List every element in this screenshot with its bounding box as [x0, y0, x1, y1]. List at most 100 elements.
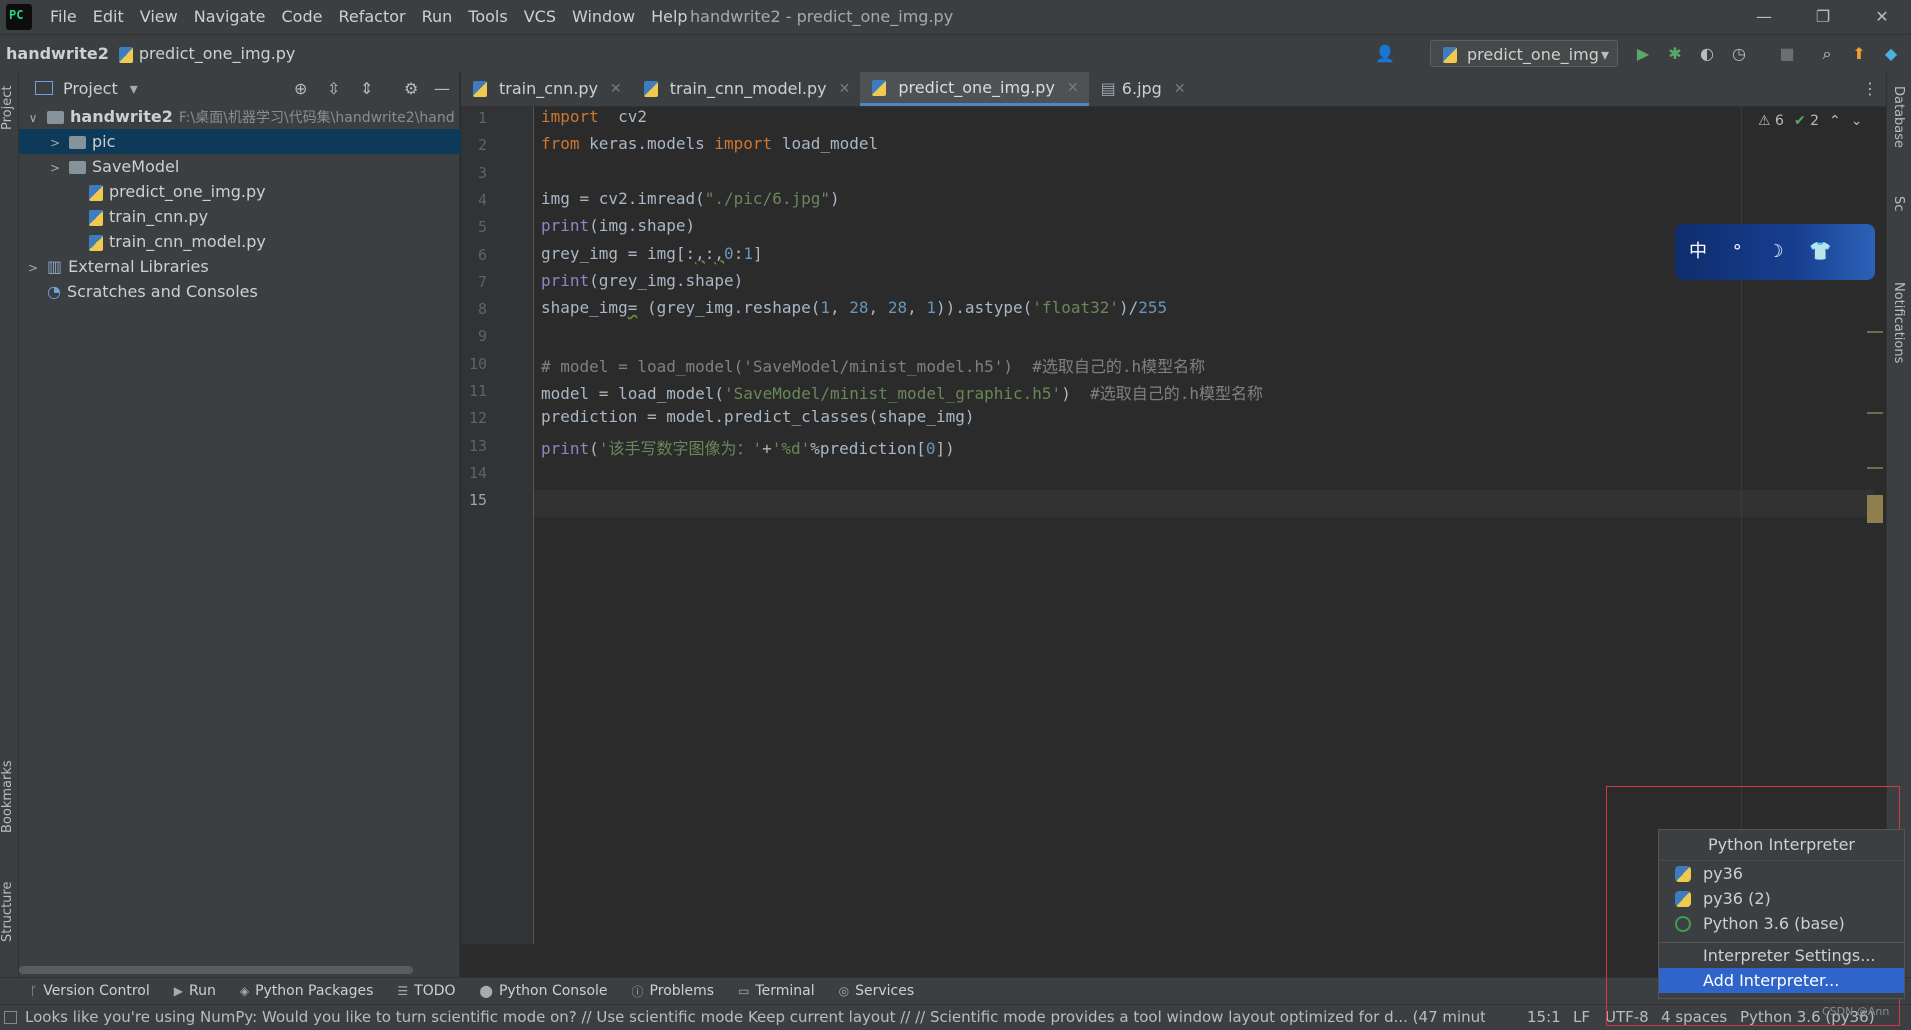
interpreter-option-py36-2[interactable]: py36 (2) [1659, 886, 1904, 911]
chevron-right-icon[interactable]: > [47, 156, 63, 179]
menu-refactor[interactable]: Refactor [330, 0, 413, 34]
close-icon[interactable]: ✕ [1174, 72, 1186, 106]
search-icon[interactable]: ⌕ [1816, 43, 1838, 65]
expand-all-icon[interactable]: ⇳ [327, 79, 340, 98]
tool-window-run[interactable]: ▶ Run [174, 983, 216, 999]
inspection-widget[interactable]: ⚠ 6 ✔ 2 ⌃ ⌄ [1758, 113, 1863, 129]
scrollbar-thumb[interactable] [19, 966, 413, 974]
menu-code[interactable]: Code [274, 0, 331, 34]
tool-window-python-console[interactable]: ⬤ Python Console [480, 983, 608, 999]
code-token: (grey_img.shape) [589, 270, 744, 290]
close-icon[interactable]: ✕ [839, 72, 851, 106]
breadcrumb-project[interactable]: handwrite2 [6, 35, 109, 73]
previous-highlight-icon[interactable]: ⌃ [1829, 113, 1841, 129]
profile-icon[interactable]: ◷ [1728, 43, 1750, 65]
caret-scroll-marker[interactable] [1867, 495, 1883, 523]
code-token: : [733, 243, 744, 263]
interpreter-option-py36[interactable]: py36 [1659, 861, 1904, 886]
tool-window-services[interactable]: ◎ Services [839, 983, 915, 999]
project-horizontal-scrollbar[interactable] [19, 962, 459, 977]
editor-tab[interactable]: train_cnn_model.py ✕ [632, 72, 861, 106]
hide-icon[interactable]: — [434, 79, 450, 98]
menu-navigate[interactable]: Navigate [186, 0, 274, 34]
collapse-all-icon[interactable]: ⇕ [360, 79, 373, 98]
coverage-icon[interactable]: ◐ [1696, 43, 1718, 65]
add-interpreter-item[interactable]: Add Interpreter... [1659, 968, 1904, 993]
python-icon [1675, 891, 1691, 907]
debug-icon[interactable]: ✱ [1664, 43, 1686, 65]
scroll-marker[interactable] [1867, 331, 1883, 333]
tree-item[interactable]: > ▥ External Libraries [19, 254, 465, 279]
gear-icon[interactable]: ⚙ [404, 79, 418, 98]
menu-window[interactable]: Window [564, 0, 643, 34]
ime-toolbar[interactable]: 中 ° ☽ 👕 [1675, 224, 1875, 280]
tool-window-todo[interactable]: ☰ TODO [397, 983, 455, 999]
database-tool-tab[interactable]: Database [1891, 86, 1906, 148]
tree-item[interactable]: predict_one_img.py [19, 179, 509, 204]
plugin-icon[interactable]: ◆ [1880, 43, 1902, 65]
notifications-tool-tab[interactable]: Notifications [1891, 282, 1906, 363]
close-window-button[interactable]: ✕ [1852, 0, 1911, 34]
chevron-down-icon[interactable]: ▾ [130, 79, 138, 98]
tool-window-version-control[interactable]: ᚴ Version Control [30, 983, 150, 999]
update-icon[interactable]: ⬆ [1848, 43, 1870, 65]
interpreter-settings-item[interactable]: Interpreter Settings... [1659, 943, 1904, 968]
tree-item[interactable]: ◔ Scratches and Consoles [19, 279, 465, 304]
line-separator[interactable]: LF [1573, 1005, 1590, 1030]
run-configuration-select[interactable]: predict_one_img [1430, 40, 1618, 68]
tool-window-problems[interactable]: ⓘ Problems [632, 983, 715, 1000]
sciview-tool-tab[interactable]: Sc [1891, 196, 1906, 211]
restore-button[interactable]: ❐ [1793, 0, 1853, 34]
scroll-marker[interactable] [1867, 467, 1883, 469]
editor-tab[interactable]: predict_one_img.py ✕ [860, 71, 1089, 106]
tool-window-python-packages[interactable]: ◈ Python Packages [240, 983, 374, 999]
stop-icon[interactable]: ■ [1776, 43, 1798, 65]
editor-tab[interactable]: ▤ 6.jpg ✕ [1089, 72, 1196, 106]
scroll-marker[interactable] [1867, 412, 1883, 414]
typo-count[interactable]: ✔ 2 [1794, 113, 1819, 129]
python-packages-icon: ◈ [239, 984, 250, 998]
menu-help[interactable]: Help [643, 0, 695, 34]
code-token: (img.shape) [589, 216, 696, 236]
toggle-tool-windows-icon[interactable] [4, 1011, 17, 1024]
menu-file[interactable]: File [42, 0, 85, 34]
tree-item[interactable]: > SaveModel [19, 154, 487, 179]
locate-icon[interactable]: ⊕ [294, 79, 307, 98]
tool-window-terminal[interactable]: ▭ Terminal [738, 983, 815, 999]
tree-item[interactable]: train_cnn.py [19, 204, 509, 229]
close-icon[interactable]: ✕ [1067, 71, 1079, 105]
editor-tab-label: train_cnn.py [499, 79, 599, 98]
tabs-menu-icon[interactable]: ⋮ [1862, 72, 1878, 106]
breadcrumb-file[interactable]: predict_one_img.py [118, 35, 295, 73]
bookmarks-tool-tab[interactable]: Bookmarks [0, 752, 18, 842]
next-highlight-icon[interactable]: ⌄ [1851, 113, 1863, 129]
menu-edit[interactable]: Edit [85, 0, 132, 34]
caret-position[interactable]: 15:1 [1527, 1005, 1561, 1030]
warning-count[interactable]: ⚠ 6 [1758, 113, 1784, 129]
interpreter-option-base[interactable]: Python 3.6 (base) [1659, 911, 1904, 936]
menu-tools[interactable]: Tools [460, 0, 515, 34]
close-icon[interactable]: ✕ [610, 72, 622, 106]
services-icon: ◎ [838, 984, 850, 998]
typo-count-label: 2 [1810, 113, 1820, 129]
run-icon[interactable]: ▶ [1632, 43, 1654, 65]
minimize-button[interactable]: — [1734, 0, 1794, 34]
tree-item[interactable]: ∨ handwrite2 F:\桌面\机器学习\代码集\handwrite2\han… [19, 104, 465, 129]
menu-view[interactable]: View [132, 0, 186, 34]
line-number: 2 [477, 136, 487, 155]
chevron-right-icon[interactable]: > [47, 131, 63, 154]
tree-item[interactable]: > pic [19, 129, 487, 154]
python-console-icon: ⬤ [479, 984, 493, 998]
user-icon[interactable]: 👤 [1374, 43, 1396, 65]
project-panel-title[interactable]: Project [63, 79, 118, 98]
code-token: import [541, 107, 599, 126]
tree-item[interactable]: train_cnn_model.py [19, 229, 509, 254]
structure-tool-tab[interactable]: Structure [0, 872, 18, 952]
chevron-down-icon[interactable]: ∨ [25, 106, 41, 129]
menu-run[interactable]: Run [414, 0, 461, 34]
status-message[interactable]: Looks like you're using NumPy: Would you… [25, 1005, 1485, 1030]
menu-vcs[interactable]: VCS [516, 0, 564, 34]
editor-tab[interactable]: train_cnn.py ✕ [461, 72, 632, 106]
chevron-right-icon[interactable]: > [25, 256, 41, 279]
project-tool-tab[interactable]: Project [0, 78, 18, 138]
